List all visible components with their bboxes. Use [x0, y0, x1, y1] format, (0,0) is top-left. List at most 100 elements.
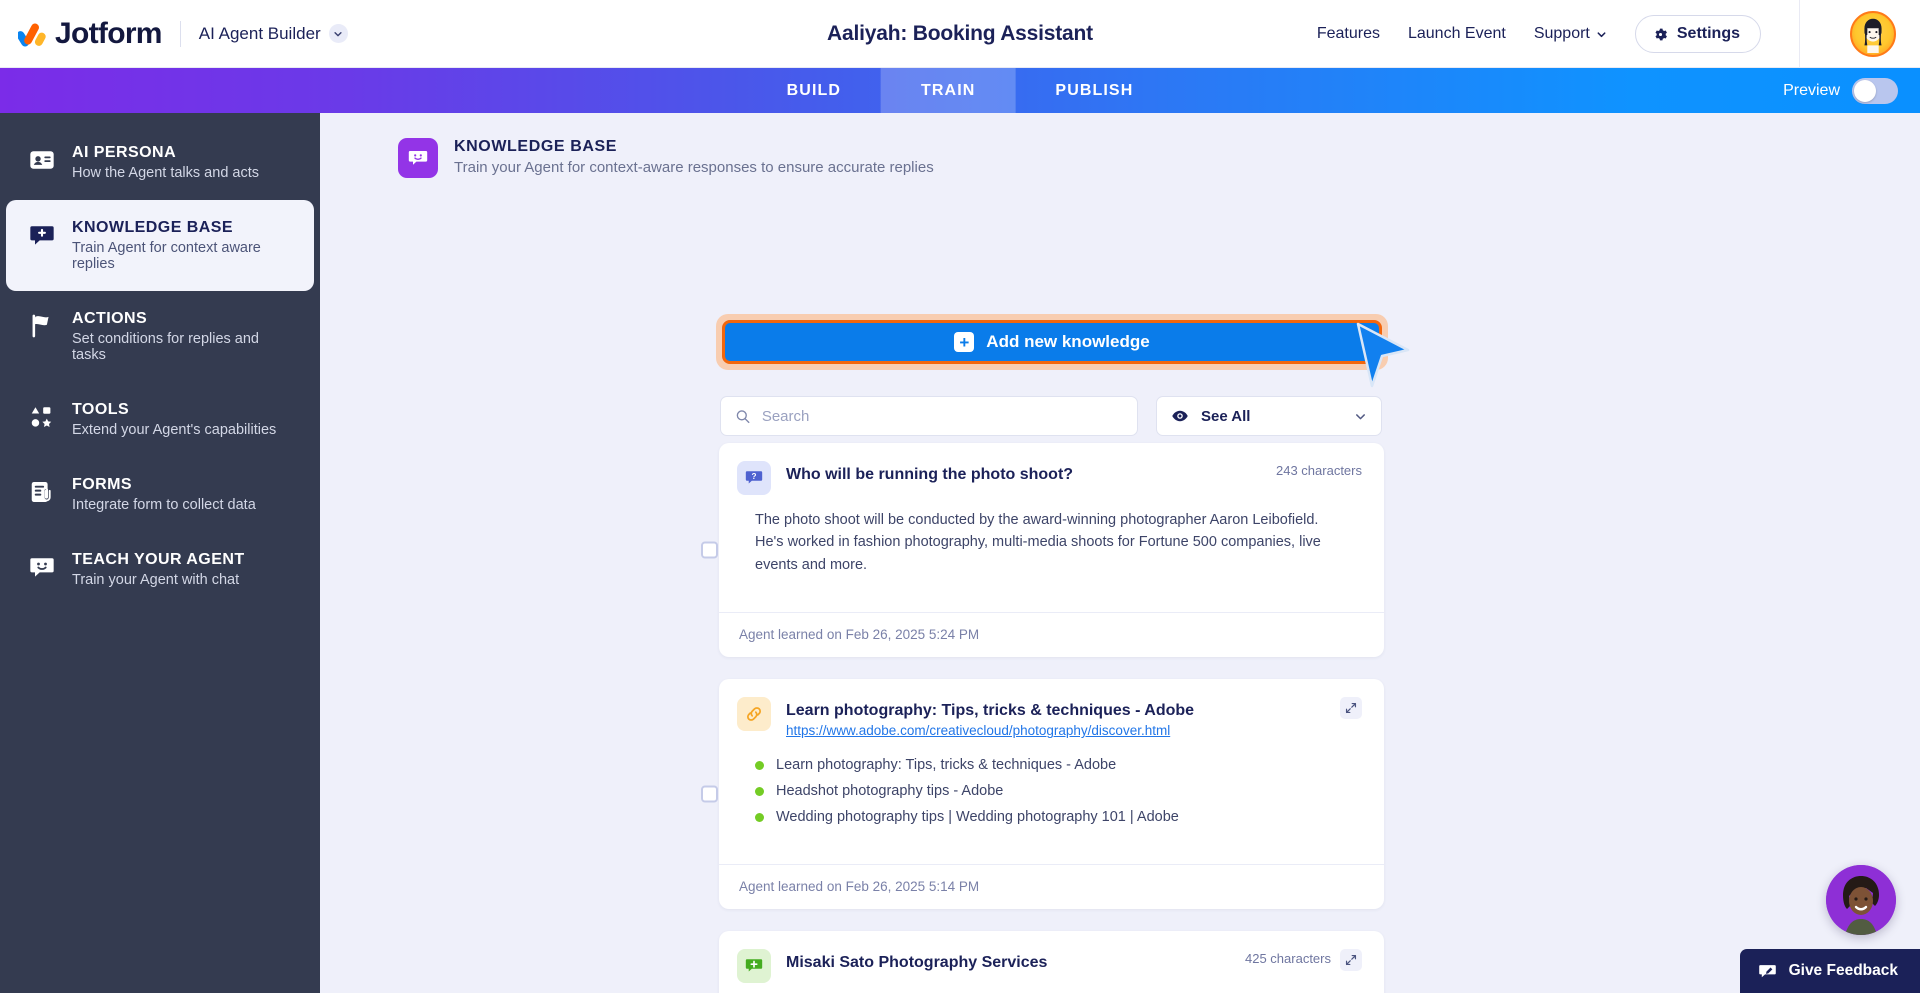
- card-title: Who will be running the photo shoot?: [786, 466, 1261, 484]
- add-new-knowledge-button[interactable]: + Add new knowledge: [722, 320, 1382, 364]
- nav-link-support-label: Support: [1534, 25, 1590, 43]
- tab-publish[interactable]: PUBLISH: [1015, 68, 1173, 113]
- nav-link-support[interactable]: Support: [1534, 25, 1607, 43]
- chevron-down-icon: [329, 24, 348, 43]
- bullet-dot-icon: [755, 787, 764, 796]
- knowledge-base-subtitle: Train your Agent for context-aware respo…: [454, 159, 934, 176]
- bullet-label: Learn photography: Tips, tricks & techni…: [776, 757, 1116, 773]
- sidebar-item-subtitle: Set conditions for replies and tasks: [72, 331, 294, 363]
- knowledge-base-badge: [398, 138, 438, 178]
- expand-icon[interactable]: [1340, 949, 1362, 971]
- sidebar-item-actions[interactable]: ACTIONS Set conditions for replies and t…: [6, 291, 314, 382]
- chevron-down-icon: [1354, 410, 1367, 423]
- card-header: Learn photography: Tips, tricks & techni…: [737, 697, 1362, 738]
- sidebar-item-title: TOOLS: [72, 401, 276, 419]
- preview-toggle-group: Preview: [1783, 68, 1898, 113]
- shapes-icon: [28, 403, 56, 431]
- builder-stage-navbar: BUILD TRAIN PUBLISH Preview: [0, 68, 1920, 113]
- sidebar-item-title: KNOWLEDGE BASE: [72, 219, 294, 237]
- list-item: Learn photography: Tips, tricks & techni…: [719, 679, 1384, 909]
- sidebar-item-title: AI PERSONA: [72, 144, 259, 162]
- add-new-knowledge-label: Add new knowledge: [986, 332, 1149, 352]
- knowledge-filter-row: See All: [720, 396, 1382, 436]
- card-character-count: 425 characters: [1245, 949, 1331, 966]
- knowledge-card-link[interactable]: Learn photography: Tips, tricks & techni…: [719, 679, 1384, 909]
- sidebar-item-knowledge-base[interactable]: KNOWLEDGE BASE Train Agent for context a…: [6, 200, 314, 291]
- card-header-texts: Who will be running the photo shoot?: [786, 461, 1261, 484]
- eye-icon: [1171, 407, 1189, 425]
- header-right-group: Features Launch Event Support Settings: [1317, 0, 1920, 68]
- sidebar-item-texts: TEACH YOUR AGENT Train your Agent with c…: [72, 551, 245, 588]
- svg-text:?: ?: [752, 472, 757, 481]
- sidebar-item-subtitle: Integrate form to collect data: [72, 497, 256, 513]
- see-all-label: See All: [1201, 408, 1342, 425]
- search-box[interactable]: [720, 396, 1138, 436]
- search-icon: [735, 408, 751, 425]
- sidebar-item-forms[interactable]: FORMS Integrate form to collect data: [6, 457, 314, 532]
- jotform-wordmark: Jotform: [55, 17, 162, 51]
- left-sidebar: AI PERSONA How the Agent talks and acts …: [0, 113, 320, 993]
- sidebar-item-tools[interactable]: TOOLS Extend your Agent's capabilities: [6, 382, 314, 457]
- sidebar-item-texts: ACTIONS Set conditions for replies and t…: [72, 310, 294, 363]
- sidebar-item-title: FORMS: [72, 476, 256, 494]
- sidebar-item-subtitle: Train Agent for context aware replies: [72, 240, 294, 272]
- jotform-logo-icon: [18, 20, 46, 48]
- main-content: KNOWLEDGE BASE Train your Agent for cont…: [320, 113, 1920, 993]
- card-source-url[interactable]: https://www.adobe.com/creativecloud/phot…: [786, 723, 1325, 738]
- card-title: Learn photography: Tips, tricks & techni…: [786, 702, 1325, 720]
- preview-label: Preview: [1783, 82, 1840, 100]
- brand-area: Jotform AI Agent Builder: [0, 17, 348, 51]
- row-checkbox[interactable]: [701, 542, 718, 559]
- knowledge-card-qa[interactable]: ? Who will be running the photo shoot? 2…: [719, 443, 1384, 657]
- list-item: Headshot photography tips - Adobe: [755, 778, 1342, 804]
- question-bubble-icon: ?: [737, 461, 771, 495]
- knowledge-base-header-texts: KNOWLEDGE BASE Train your Agent for cont…: [454, 138, 934, 176]
- sidebar-item-texts: KNOWLEDGE BASE Train Agent for context a…: [72, 219, 294, 272]
- header-divider: [1799, 0, 1800, 68]
- card-header-texts: Misaki Sato Photography Services: [786, 949, 1230, 972]
- tab-train[interactable]: TRAIN: [881, 68, 1015, 113]
- nav-link-features[interactable]: Features: [1317, 25, 1380, 43]
- sidebar-item-subtitle: How the Agent talks and acts: [72, 165, 259, 181]
- sidebar-item-subtitle: Train your Agent with chat: [72, 572, 245, 588]
- expand-icon[interactable]: [1340, 697, 1362, 719]
- tab-build[interactable]: BUILD: [747, 68, 881, 113]
- top-header-bar: Jotform AI Agent Builder Aaliyah: Bookin…: [0, 0, 1920, 68]
- app-root: Jotform AI Agent Builder Aaliyah: Bookin…: [0, 0, 1920, 993]
- sidebar-item-ai-persona[interactable]: AI PERSONA How the Agent talks and acts: [6, 125, 314, 200]
- card-meta-group: 425 characters: [1245, 949, 1362, 971]
- builder-label-text: AI Agent Builder: [199, 24, 321, 44]
- jotform-logo[interactable]: Jotform: [18, 17, 162, 51]
- chevron-down-icon: [1596, 29, 1607, 40]
- give-feedback-button[interactable]: Give Feedback: [1740, 949, 1920, 993]
- settings-button[interactable]: Settings: [1635, 15, 1761, 53]
- see-all-filter-dropdown[interactable]: See All: [1156, 396, 1382, 436]
- avatar[interactable]: [1850, 11, 1896, 57]
- knowledge-card-list: ? Who will be running the photo shoot? 2…: [719, 443, 1384, 993]
- card-header: Misaki Sato Photography Services 425 cha…: [737, 949, 1362, 983]
- preview-toggle[interactable]: [1852, 78, 1898, 104]
- card-bullet-list: Learn photography: Tips, tricks & techni…: [737, 738, 1362, 848]
- id-card-icon: [28, 146, 56, 174]
- row-checkbox[interactable]: [701, 786, 718, 803]
- card-body-text: The photo shoot will be conducted by the…: [753, 495, 1362, 596]
- knowledge-base-header: KNOWLEDGE BASE Train your Agent for cont…: [320, 113, 1920, 178]
- flag-icon: [28, 312, 56, 340]
- form-clip-icon: [28, 478, 56, 506]
- card-meta-group: [1340, 697, 1362, 719]
- user-avatar-icon: [1854, 15, 1892, 53]
- knowledge-card-text[interactable]: Misaki Sato Photography Services 425 cha…: [719, 931, 1384, 993]
- support-agent-avatar[interactable]: [1826, 865, 1896, 935]
- sidebar-item-teach-your-agent[interactable]: TEACH YOUR AGENT Train your Agent with c…: [6, 532, 314, 607]
- nav-link-launch-event[interactable]: Launch Event: [1408, 25, 1506, 43]
- search-input[interactable]: [762, 408, 1123, 425]
- builder-switcher[interactable]: AI Agent Builder: [199, 24, 348, 44]
- sidebar-item-title: TEACH YOUR AGENT: [72, 551, 245, 569]
- sidebar-item-texts: TOOLS Extend your Agent's capabilities: [72, 401, 276, 438]
- bullet-label: Headshot photography tips - Adobe: [776, 783, 1003, 799]
- gear-icon: [1652, 26, 1669, 43]
- card-top: Learn photography: Tips, tricks & techni…: [719, 679, 1384, 864]
- card-title: Misaki Sato Photography Services: [786, 954, 1230, 972]
- sidebar-item-subtitle: Extend your Agent's capabilities: [72, 422, 276, 438]
- knowledge-base-title: KNOWLEDGE BASE: [454, 138, 934, 156]
